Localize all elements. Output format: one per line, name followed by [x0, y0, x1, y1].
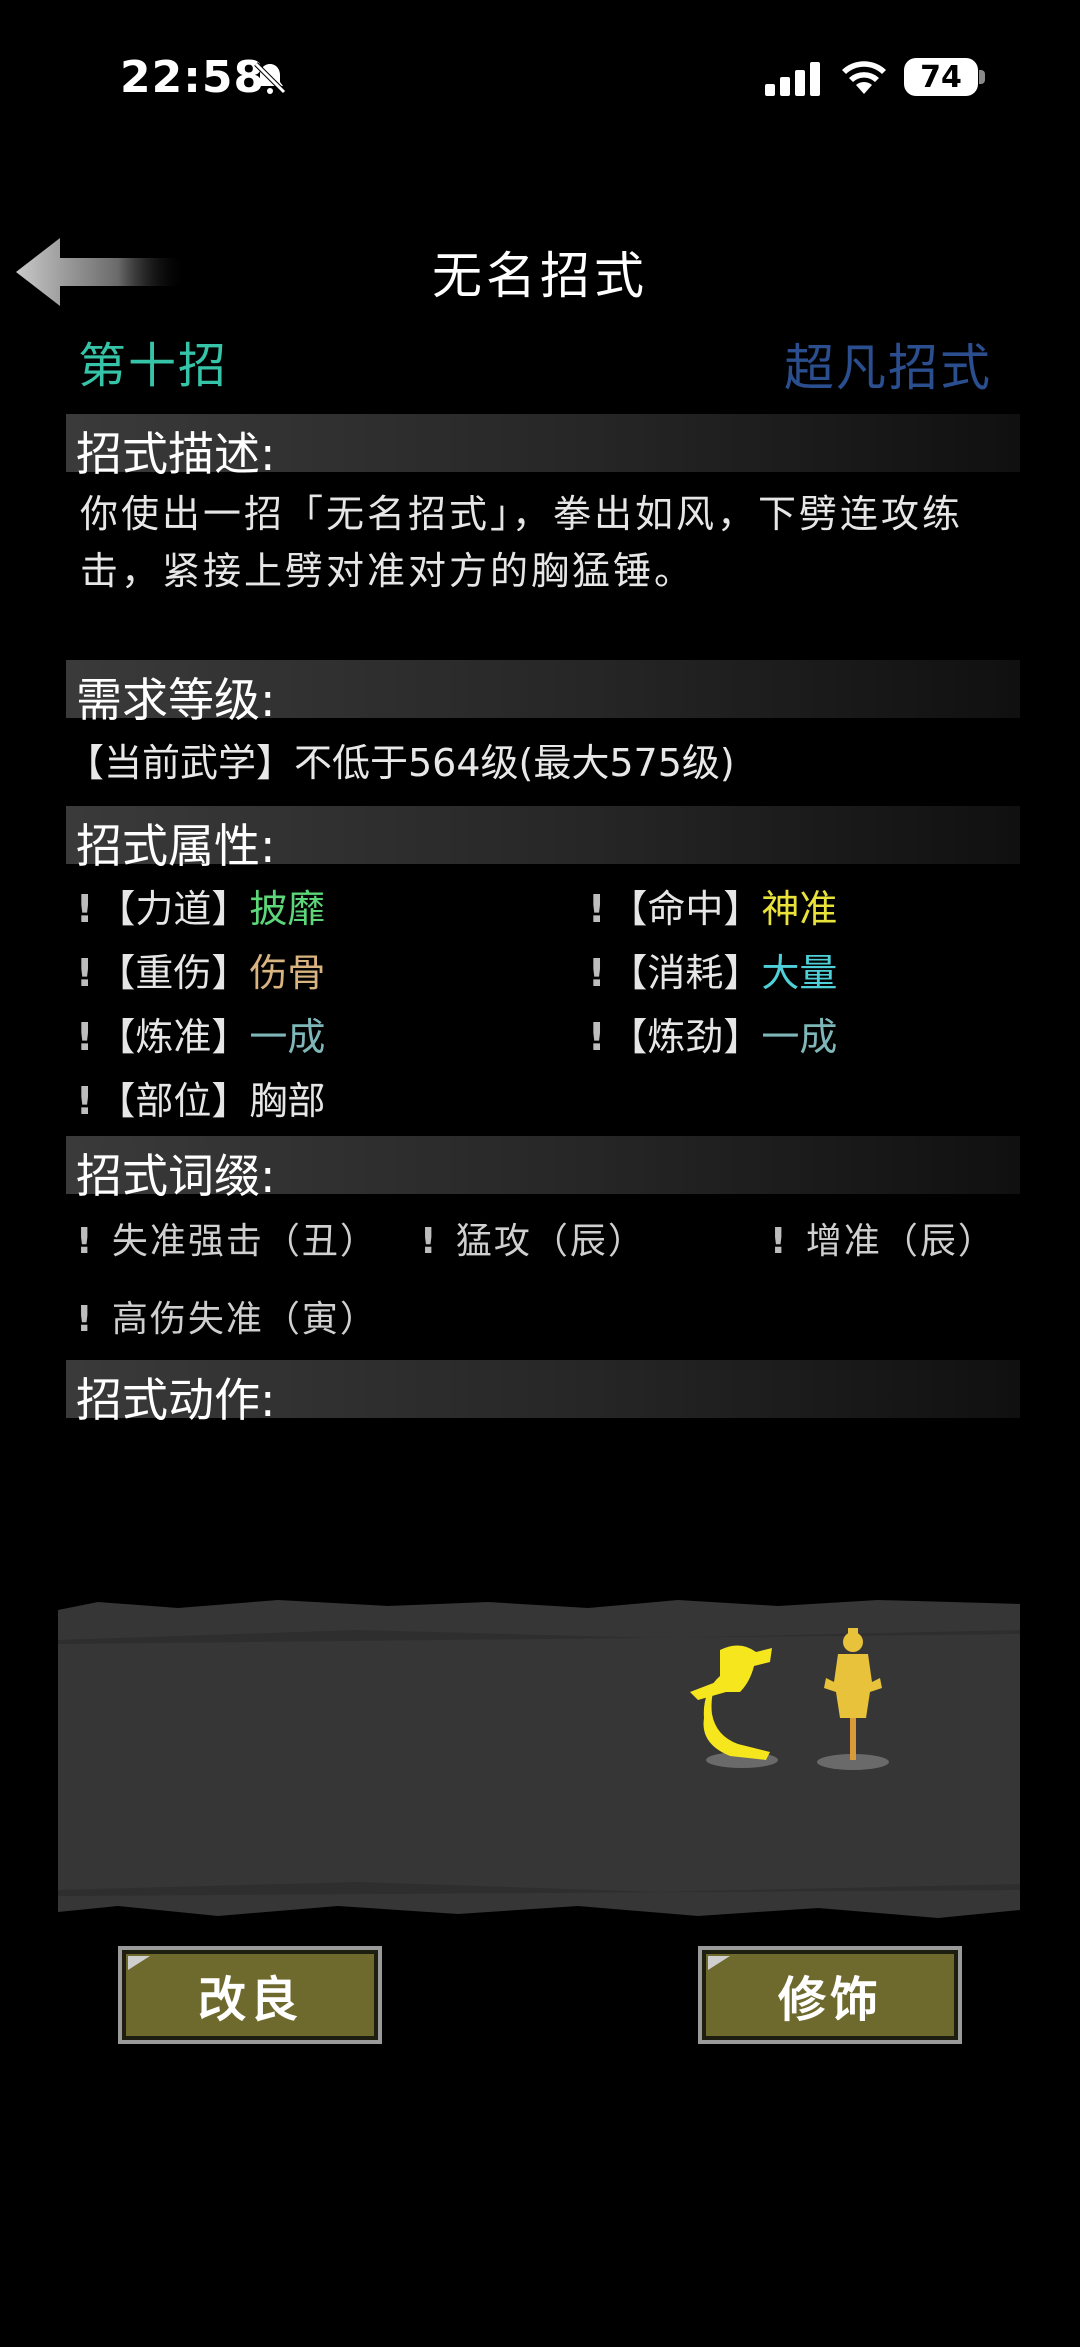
- attr-refine-force[interactable]: ! 【炼劲】一成: [588, 1006, 837, 1061]
- suffix-header: 招式词缀:: [66, 1136, 1020, 1203]
- battery-indicator: 74: [904, 58, 978, 96]
- attr-refine-accuracy[interactable]: ! 【炼准】一成: [76, 1006, 325, 1061]
- description-header: 招式描述:: [66, 414, 1020, 481]
- improve-button[interactable]: 改良: [118, 1946, 382, 2044]
- requirement-text: 【当前武学】不低于564级(最大575级): [66, 741, 735, 785]
- suffix-item[interactable]: ! 高伤失准（寅）: [76, 1290, 378, 1342]
- button-corner-decoration: [708, 1956, 730, 1970]
- wifi-icon: [842, 61, 886, 94]
- suffix-item[interactable]: ! 增准（辰）: [770, 1212, 996, 1264]
- battery-nub: [979, 70, 985, 84]
- attr-injury[interactable]: ! 【重伤】伤骨: [76, 942, 325, 997]
- suffix-item[interactable]: ! 失准强击（丑）: [76, 1212, 378, 1264]
- attributes-header: 招式属性:: [66, 806, 1020, 873]
- status-time: 22:58: [120, 52, 266, 103]
- attr-target-part[interactable]: ! 【部位】胸部: [76, 1070, 325, 1125]
- page-title: 无名招式: [432, 247, 648, 305]
- move-tier: 超凡招式: [784, 339, 992, 397]
- decorate-button[interactable]: 修饰: [698, 1946, 962, 2044]
- training-dummy-icon: [817, 1628, 889, 1770]
- fighter-figure-icon: [690, 1645, 778, 1768]
- attr-accuracy[interactable]: ! 【命中】神准: [588, 878, 837, 933]
- attr-power[interactable]: ! 【力道】披靡: [76, 878, 325, 933]
- action-header: 招式动作:: [66, 1360, 1020, 1427]
- bell-muted-icon: [254, 62, 286, 94]
- move-description: 你使出一招「无名招式」，拳出如风，下劈连攻练击，紧接上劈对准对方的胸猛锤。: [80, 492, 964, 593]
- attr-cost[interactable]: ! 【消耗】大量: [588, 942, 837, 997]
- suffix-item[interactable]: ! 猛攻（辰）: [420, 1212, 646, 1264]
- cellular-signal-icon: [765, 62, 820, 96]
- move-index: 第十招: [78, 338, 229, 394]
- requirement-header: 需求等级:: [66, 660, 1020, 727]
- button-corner-decoration: [128, 1956, 150, 1970]
